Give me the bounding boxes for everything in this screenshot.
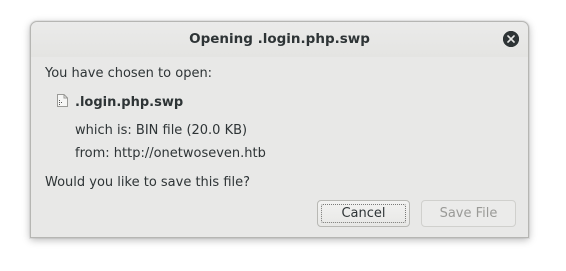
download-dialog: Opening .login.php.swp You have chosen t… xyxy=(30,21,529,238)
open-prompt: You have chosen to open: xyxy=(45,66,213,81)
save-file-button-label: Save File xyxy=(439,206,498,221)
cancel-button[interactable]: Cancel xyxy=(317,200,410,227)
file-source-info: from: http://onetwoseven.htb xyxy=(75,146,266,161)
close-icon[interactable] xyxy=(503,31,519,47)
focus-ring xyxy=(321,204,406,223)
file-icon xyxy=(57,94,68,107)
dialog-title: Opening .login.php.swp xyxy=(189,31,370,47)
save-file-button[interactable]: Save File xyxy=(421,200,516,227)
file-name: .login.php.swp xyxy=(75,95,184,110)
save-question: Would you like to save this file? xyxy=(45,175,251,190)
dialog-titlebar[interactable]: Opening .login.php.swp xyxy=(31,22,528,57)
file-type-info: which is: BIN file (20.0 KB) xyxy=(75,123,248,138)
